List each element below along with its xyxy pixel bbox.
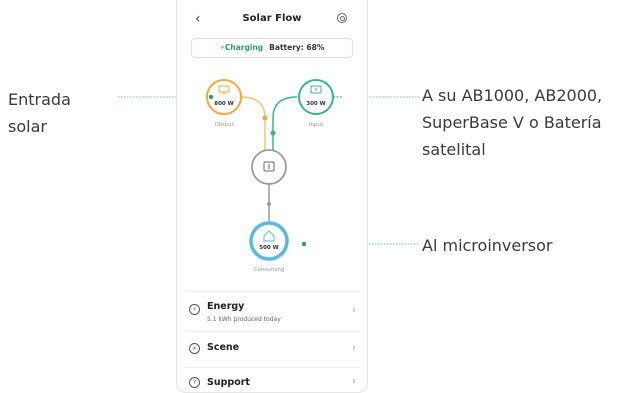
chevron-right-icon: ›	[352, 342, 356, 353]
chevron-right-icon: ›	[352, 305, 356, 316]
consuming-value: 500 W	[259, 245, 278, 251]
menu-item-energy-label: Energy	[207, 301, 245, 312]
menu-item-support-label: Support	[207, 377, 250, 388]
input-value: 300 W	[306, 101, 325, 107]
output-value: 800 W	[214, 101, 233, 107]
solar-flow-diagram: 800 W Output 300 W Input 500 W Consuming	[206, 79, 343, 273]
scene-icon: ∞	[189, 343, 200, 354]
menu-item-energy-sub: 5.1 kWh produced today	[207, 316, 281, 323]
menu-item-scene-label: Scene	[207, 342, 240, 353]
input-node	[298, 79, 334, 115]
flow-dot-input	[270, 130, 276, 136]
input-label: Input	[309, 122, 324, 128]
connector-input-center	[272, 96, 298, 150]
chevron-right-icon: ›	[352, 376, 356, 387]
menu-item-support[interactable]: ? Support ›	[185, 367, 360, 392]
consuming-handle-dot	[301, 241, 307, 247]
flow-dot-output	[262, 115, 268, 121]
output-label: Output	[214, 122, 234, 128]
energy-icon: ⚡	[189, 304, 200, 315]
connector-output-center	[240, 96, 266, 150]
support-icon: ?	[189, 377, 200, 388]
output-handle-dot	[208, 94, 214, 100]
menu-item-scene[interactable]: ∞ Scene ›	[185, 331, 360, 362]
consuming-label: Consuming	[254, 267, 285, 273]
flow-dot-center	[267, 202, 271, 206]
phone-screen: ‹ Solar Flow ⚡Charging Battery: 68% 800 W…	[176, 0, 368, 393]
menu-item-energy[interactable]: ⚡ Energy 5.1 kWh produced today ›	[185, 291, 360, 332]
